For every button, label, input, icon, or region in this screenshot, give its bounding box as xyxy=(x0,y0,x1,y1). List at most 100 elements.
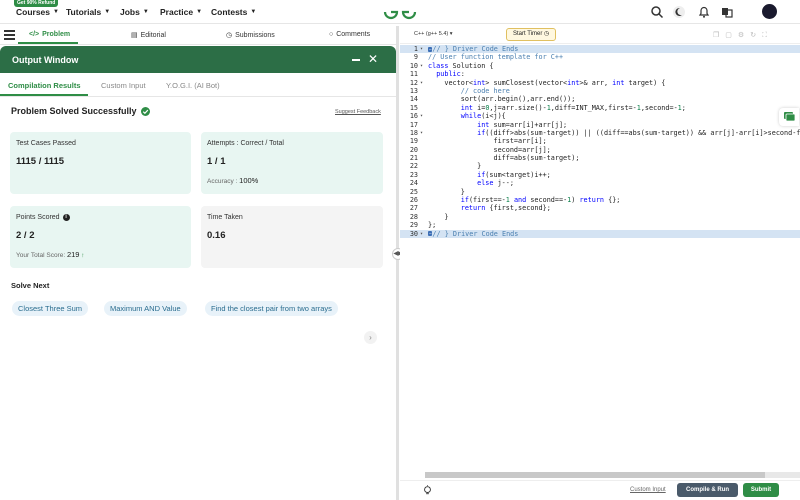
line-number: 25 xyxy=(409,187,418,196)
code-line[interactable]: 22 } xyxy=(400,162,800,170)
nav-tutorials[interactable]: Tutorials ▼ xyxy=(66,7,110,17)
chat-icon[interactable] xyxy=(779,108,799,126)
active-tab-indicator xyxy=(18,42,78,44)
gfg-logo[interactable] xyxy=(383,3,417,21)
fold-chevron-icon[interactable]: ▾ xyxy=(420,45,423,53)
line-number: 21 xyxy=(409,154,418,163)
time-label: Time Taken xyxy=(207,214,243,221)
nav-courses[interactable]: Courses ▼ xyxy=(16,7,59,17)
chip-closest-pair[interactable]: Find the closest pair from two arrays xyxy=(205,301,338,316)
translate-icon[interactable] xyxy=(720,5,734,19)
promo-badge[interactable]: Get 90% Refund xyxy=(14,0,59,7)
tab-submissions[interactable]: ◷ Submissions xyxy=(226,31,275,40)
tab-custom-input[interactable]: Custom Input xyxy=(101,81,146,90)
info-icon[interactable]: i xyxy=(62,214,70,221)
code-line[interactable]: 1 ▾ ⋯// } Driver Code Ends xyxy=(400,45,800,54)
search-icon[interactable] xyxy=(650,5,664,19)
code-line[interactable]: 23 if(sum<target)i++; xyxy=(400,171,800,179)
code-text: class Solution { xyxy=(428,61,494,70)
compile-run-button[interactable]: Compile & Run xyxy=(677,483,738,497)
nav-jobs-label: Jobs xyxy=(120,7,140,17)
fold-chevron-icon[interactable]: ▾ xyxy=(420,62,423,70)
line-number: 22 xyxy=(409,162,418,171)
suggest-feedback-link[interactable]: Suggest Feedback xyxy=(335,109,381,115)
tab-problem[interactable]: </> Problem xyxy=(29,31,70,38)
code-line[interactable]: 20 second=arr[j]; xyxy=(400,146,800,154)
line-number: 18 xyxy=(409,128,418,137)
fold-chevron-icon[interactable]: ▾ xyxy=(420,79,423,87)
nav-contests[interactable]: Contests ▼ xyxy=(211,7,256,17)
nav-jobs[interactable]: Jobs ▼ xyxy=(120,7,149,17)
code-text: } xyxy=(428,212,449,221)
copy-icon[interactable]: ❐ xyxy=(713,32,725,39)
bell-icon[interactable] xyxy=(697,5,711,19)
horizontal-scrollbar[interactable] xyxy=(425,472,800,478)
code-line[interactable]: 18 ▾ if((diff>abs(sum-target)) || ((diff=… xyxy=(400,129,800,137)
code-text: diff=abs(sum-target); xyxy=(428,154,580,163)
code-line[interactable]: 17 int sum=arr[i]+arr[j]; xyxy=(400,121,800,129)
chip-closest-three-sum[interactable]: Closest Three Sum xyxy=(12,301,89,316)
avatar[interactable] xyxy=(762,4,777,19)
lightbulb-icon[interactable] xyxy=(422,485,433,496)
tab-yogi-ai-bot[interactable]: Y.O.G.I. (AI Bot) xyxy=(166,81,220,90)
timer-icon: ◷ xyxy=(544,31,550,37)
theme-toggle-icon[interactable] xyxy=(672,5,686,19)
close-icon[interactable]: ✕ xyxy=(368,53,378,65)
code-line[interactable]: 21 diff=abs(sum-target); xyxy=(400,154,800,162)
code-line[interactable]: 9 // User function template for C++ xyxy=(400,53,800,61)
fold-chevron-icon[interactable]: ▾ xyxy=(420,129,423,137)
code-line[interactable]: 29}; xyxy=(400,221,800,229)
panel-divider[interactable] xyxy=(396,26,399,500)
settings-icon[interactable]: ⚙ xyxy=(738,32,750,39)
code-line[interactable]: 19 first=arr[i]; xyxy=(400,137,800,145)
line-number: 27 xyxy=(409,204,418,213)
fold-chevron-icon[interactable]: ▾ xyxy=(420,112,423,120)
nav-tutorials-label: Tutorials xyxy=(66,7,102,17)
fold-chevron-icon[interactable]: ▾ xyxy=(420,230,423,238)
tab-comments[interactable]: ○ Comments xyxy=(329,31,370,38)
code-line[interactable]: 25 } xyxy=(400,188,800,196)
code-text: ⋯// } Driver Code Ends xyxy=(428,229,519,238)
custom-input-link[interactable]: Custom Input xyxy=(630,487,666,493)
start-timer-button[interactable]: Start Timer ◷ xyxy=(506,28,557,41)
code-area[interactable]: 1 ▾ ⋯// } Driver Code Ends 9// User functio… xyxy=(400,45,800,238)
expand-icon[interactable]: ⛶ xyxy=(762,32,773,39)
tab-compilation-results[interactable]: Compilation Results xyxy=(8,81,81,90)
code-line[interactable]: 26 if(first==-1 and second==-1) return {… xyxy=(400,196,800,204)
chevron-down-icon: ▼ xyxy=(250,9,257,15)
code-line[interactable]: 10 ▾ class Solution { xyxy=(400,62,800,70)
total-score-value: 219 xyxy=(66,250,80,259)
code-line[interactable]: 24 else j--; xyxy=(400,179,800,187)
line-number: 13 xyxy=(409,86,418,95)
scrollbar-thumb[interactable] xyxy=(425,472,765,478)
menu-icon[interactable] xyxy=(4,30,15,40)
code-line[interactable]: 27 return {first,second}; xyxy=(400,204,800,212)
language-select[interactable]: C++ (g++ 5.4) ▾ xyxy=(414,31,453,37)
active-result-tab-indicator xyxy=(0,94,88,96)
tab-editorial[interactable]: ▤ Editorial xyxy=(131,31,166,40)
code-line[interactable]: 30 ▾ ⋯// } Driver Code Ends xyxy=(400,229,800,238)
chevron-down-icon: ▼ xyxy=(53,9,59,15)
code-line[interactable]: 13 // code here xyxy=(400,87,800,95)
code-line[interactable]: 16 ▾ while(i<j){ xyxy=(400,112,800,120)
attempts-value: 1 / 1 xyxy=(207,156,226,167)
minimize-icon[interactable] xyxy=(352,59,360,61)
chip-maximum-and-value[interactable]: Maximum AND Value xyxy=(104,301,187,316)
code-line[interactable]: 28 } xyxy=(400,213,800,221)
fullscreen-icon[interactable]: ▢ xyxy=(725,32,738,39)
attempts-label: Attempts : Correct / Total xyxy=(207,140,284,147)
nav-practice[interactable]: Practice ▼ xyxy=(160,7,202,17)
chevron-right-icon[interactable]: › xyxy=(364,331,377,344)
chevron-down-icon: ▼ xyxy=(142,9,149,15)
code-line[interactable]: 14 sort(arr.begin(),arr.end()); xyxy=(400,95,800,103)
chevron-down-icon: ▾ xyxy=(449,31,453,37)
line-number: 9 xyxy=(413,53,418,62)
reset-icon[interactable]: ↻ xyxy=(750,32,762,39)
accuracy-label: Accuracy : xyxy=(207,178,238,185)
submit-button[interactable]: Submit xyxy=(743,483,779,497)
line-number: 23 xyxy=(409,170,418,179)
code-line[interactable]: 11 public: xyxy=(400,70,800,78)
code-line[interactable]: 15 int i=0,j=arr.size()-1,diff=INT_MAX,f… xyxy=(400,104,800,112)
code-text: if(first==-1 and second==-1) return {}; xyxy=(460,196,621,205)
code-line[interactable]: 12 ▾ vector<int> sumClosest(vector<int>& … xyxy=(400,79,800,87)
